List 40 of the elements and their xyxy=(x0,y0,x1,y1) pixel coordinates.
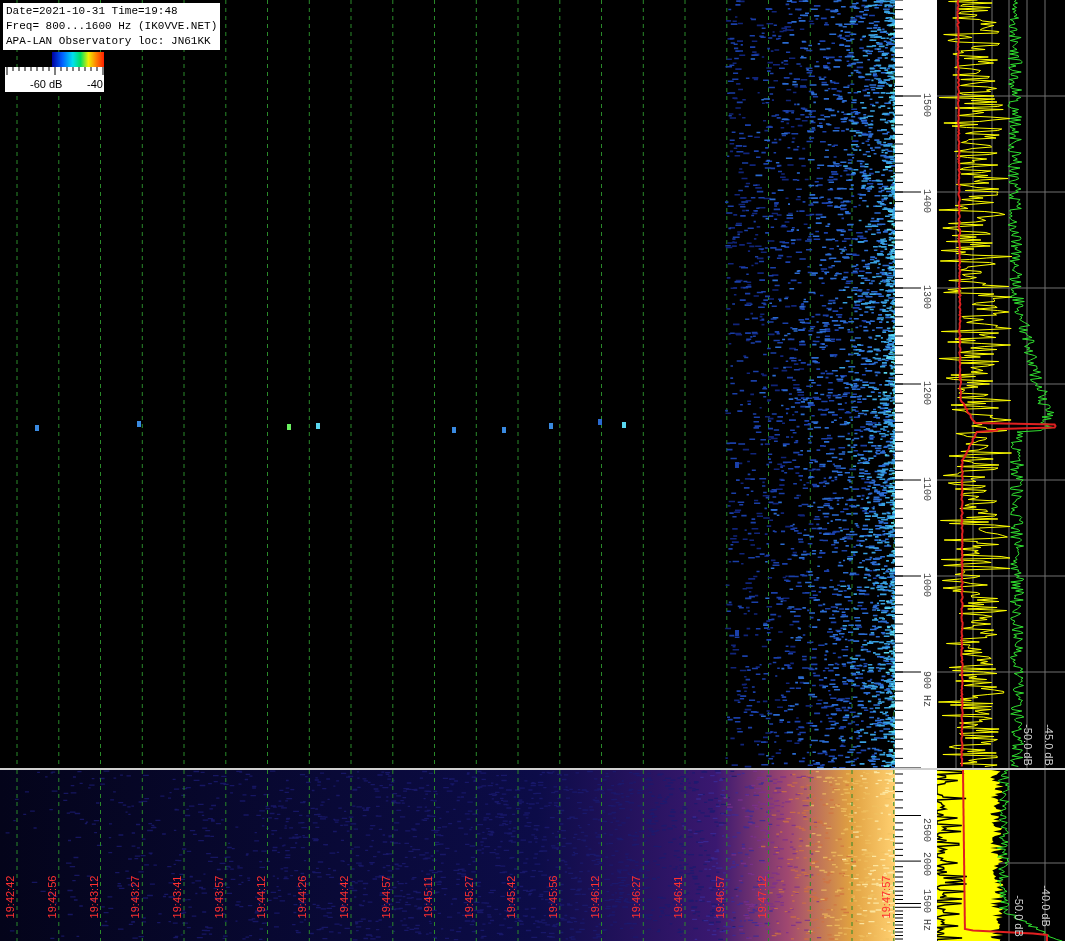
info-text: Freq= 800...1600 Hz (IK0VVE.NET) xyxy=(6,19,218,34)
db-label: -50.0 dB xyxy=(1022,724,1034,766)
frequency-label: 2000 xyxy=(920,852,932,876)
time-label: 19:43:27 xyxy=(129,875,142,919)
time-label: 19:43:12 xyxy=(87,875,100,919)
frequency-label: 2500 xyxy=(920,818,932,842)
time-label: 19:45:56 xyxy=(546,875,559,919)
db-label: -45.0 dB xyxy=(1043,724,1055,766)
time-label: 19:42:42 xyxy=(4,875,16,919)
time-label: 19:44:12 xyxy=(254,875,267,919)
time-label: 19:46:27 xyxy=(630,875,643,919)
db-label: -50.0 dB xyxy=(1013,895,1025,937)
scale-label: -40 xyxy=(87,78,103,91)
time-label: 19:45:11 xyxy=(421,876,434,918)
time-label: 19:44:26 xyxy=(296,875,309,919)
time-label: 19:47:57 xyxy=(880,875,892,919)
time-label: 19:45:42 xyxy=(505,875,517,919)
frequency-label: 1100 xyxy=(920,477,932,501)
time-label: 19:46:12 xyxy=(588,875,601,919)
scale-label: -60 dB xyxy=(30,78,63,91)
time-label: 19:43:41 xyxy=(171,875,183,919)
time-label: 19:44:57 xyxy=(379,875,392,919)
frequency-label: 1300 xyxy=(920,285,932,309)
frequency-label: 1400 xyxy=(920,189,932,213)
frequency-label: 1200 xyxy=(920,381,932,405)
time-label: 19:46:41 xyxy=(672,875,684,919)
time-label: 19:42:56 xyxy=(45,875,58,919)
time-label: 19:47:12 xyxy=(755,875,768,919)
color-scale-bar xyxy=(52,52,104,67)
frequency-label: 1500 Hz xyxy=(920,889,932,931)
time-label: 19:44:42 xyxy=(338,875,350,919)
frequency-label: 1500 xyxy=(920,93,932,117)
time-label: 19:45:27 xyxy=(463,875,476,919)
info-text: Date=2021-10-31 Time=19:48 xyxy=(6,4,179,19)
frequency-label: 900 Hz xyxy=(920,671,932,707)
time-label: 19:43:57 xyxy=(212,875,225,919)
db-label: -40.0 dB xyxy=(1040,885,1052,927)
frequency-label: 1000 xyxy=(920,573,932,597)
time-label: 19:46:57 xyxy=(713,875,726,919)
info-text: APA-LAN Observatory loc: JN61KK xyxy=(6,34,212,49)
